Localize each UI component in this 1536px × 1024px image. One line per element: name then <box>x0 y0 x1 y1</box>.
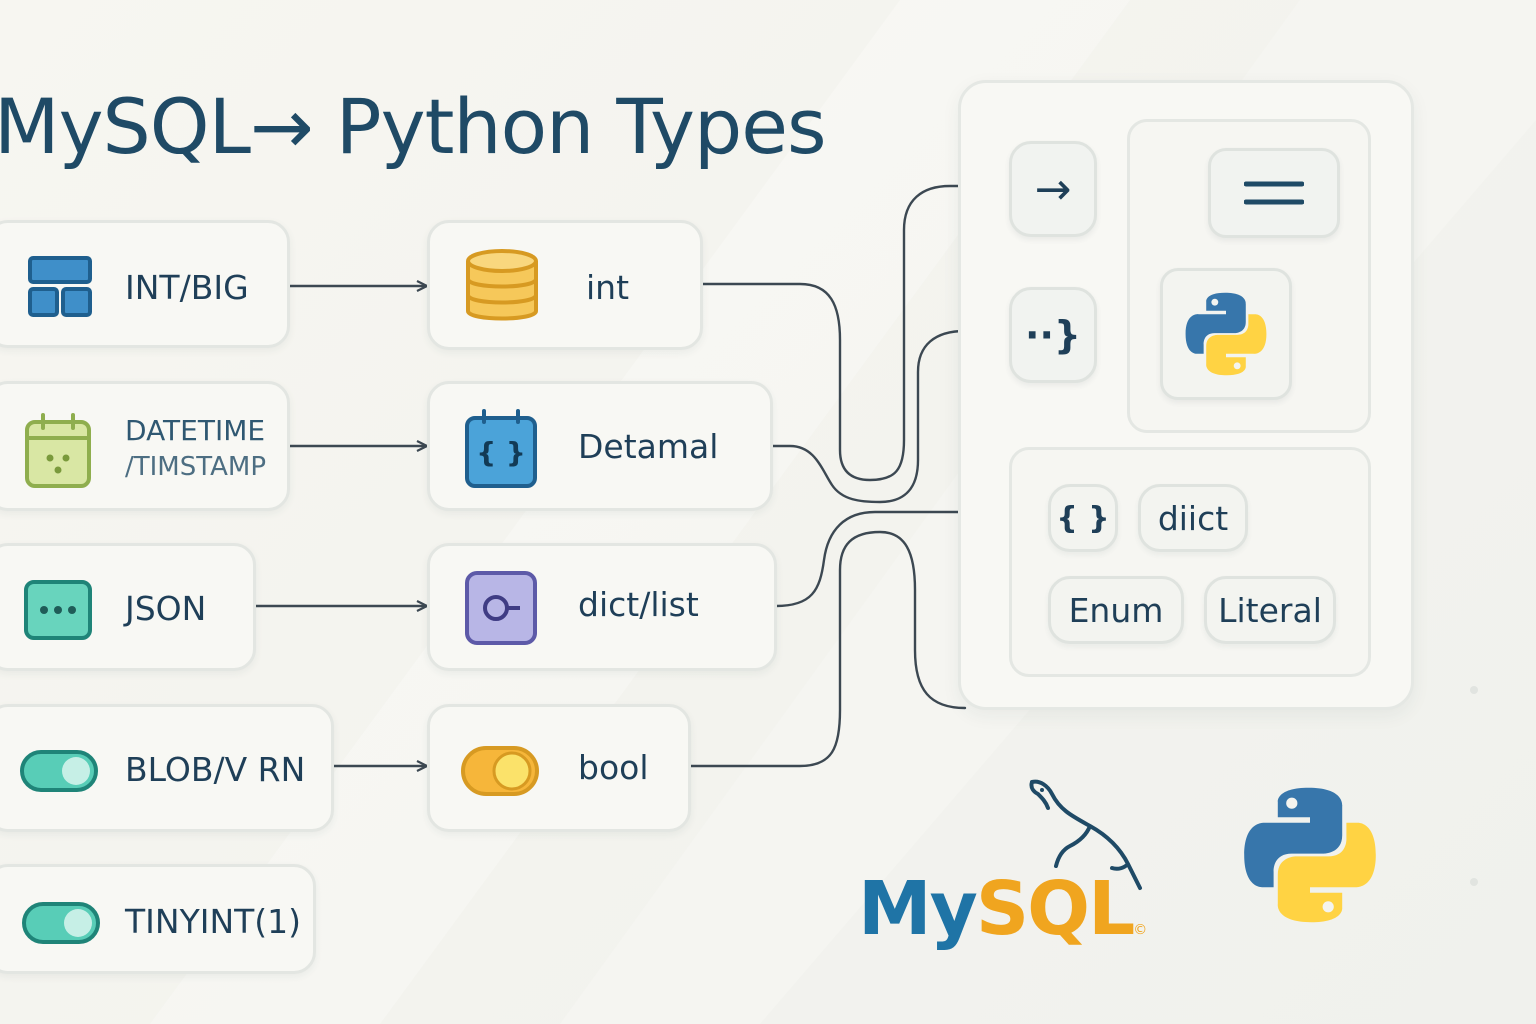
grid-blocks-icon <box>28 256 92 317</box>
decor-dot <box>1470 686 1478 694</box>
python-type-card-bool[interactable]: bool <box>427 704 691 832</box>
svg-text:{ }: { } <box>476 436 526 469</box>
decor-dot <box>1470 878 1478 886</box>
python-logo <box>1185 292 1267 376</box>
python-type-label: Detamal <box>578 427 719 466</box>
toggle-knob-icon <box>461 746 539 796</box>
dots-icon <box>24 580 92 640</box>
mysql-logo: MySQL© <box>858 872 1147 946</box>
database-icon <box>466 249 538 321</box>
chip-label: diict <box>1157 498 1229 538</box>
toggle-icon <box>20 750 98 792</box>
chip-label: Literal <box>1218 590 1322 630</box>
circle-key-icon <box>465 571 537 645</box>
chip-diict[interactable]: diict <box>1138 484 1248 552</box>
chip-label: Enum <box>1068 590 1164 630</box>
braces-icon: ··} <box>1025 313 1081 357</box>
arrow-button[interactable]: → <box>1009 141 1097 237</box>
braces-icon: { } <box>465 409 537 488</box>
page-title: MySQL→ Python Types <box>0 82 827 171</box>
menu-icon <box>1244 181 1304 205</box>
mysql-type-card-json[interactable]: JSON <box>0 543 256 671</box>
python-type-card-int[interactable]: int <box>427 220 703 350</box>
mysql-type-label: TINYINT(1) <box>125 902 302 941</box>
mysql-type-label: INT/BIG <box>125 268 249 307</box>
mysql-type-label-line1: DATETIME <box>125 414 266 447</box>
python-type-label: dict/list <box>578 585 699 624</box>
mysql-type-card-int[interactable]: INT/BIG <box>0 220 290 348</box>
mysql-type-label: BLOB/V RN <box>125 750 306 789</box>
braces-button[interactable]: ··} <box>1009 287 1097 383</box>
python-logo-tile[interactable] <box>1160 268 1292 400</box>
mysql-type-card-datetime[interactable]: DATETIME /TIMSTAMP <box>0 381 290 511</box>
python-type-card-decimal[interactable]: { } Detamal <box>427 381 773 511</box>
mysql-type-label: DATETIME /TIMSTAMP <box>125 412 266 485</box>
mysql-logo-sql: SQL <box>975 866 1135 952</box>
braces-pill-label: { } <box>1056 500 1110 536</box>
python-logo <box>1244 787 1376 923</box>
mysql-type-card-blob[interactable]: BLOB/V RN <box>0 704 334 832</box>
mysql-type-label: JSON <box>125 589 207 628</box>
calendar-icon <box>25 413 91 488</box>
python-types-panel: → ··} { } diict Enum Literal <box>958 80 1414 710</box>
python-type-label: int <box>586 268 630 307</box>
arrow-right-icon: → <box>1034 163 1072 215</box>
chip-enum[interactable]: Enum <box>1048 576 1184 644</box>
python-type-card-dict[interactable]: dict/list <box>427 543 777 671</box>
mysql-logo-registered: © <box>1133 922 1148 938</box>
chip-literal[interactable]: Literal <box>1204 576 1336 644</box>
toggle-icon <box>22 902 100 944</box>
mysql-type-label-line2: /TIMSTAMP <box>125 451 267 482</box>
menu-button[interactable] <box>1208 148 1340 238</box>
types-subpanel: { } diict Enum Literal <box>1009 447 1371 677</box>
mysql-type-card-tinyint[interactable]: TINYINT(1) <box>0 864 316 974</box>
mysql-logo-my: My <box>858 866 978 952</box>
braces-pill[interactable]: { } <box>1048 484 1118 552</box>
python-type-label: bool <box>578 748 649 787</box>
logo-subpanel <box>1127 119 1371 433</box>
